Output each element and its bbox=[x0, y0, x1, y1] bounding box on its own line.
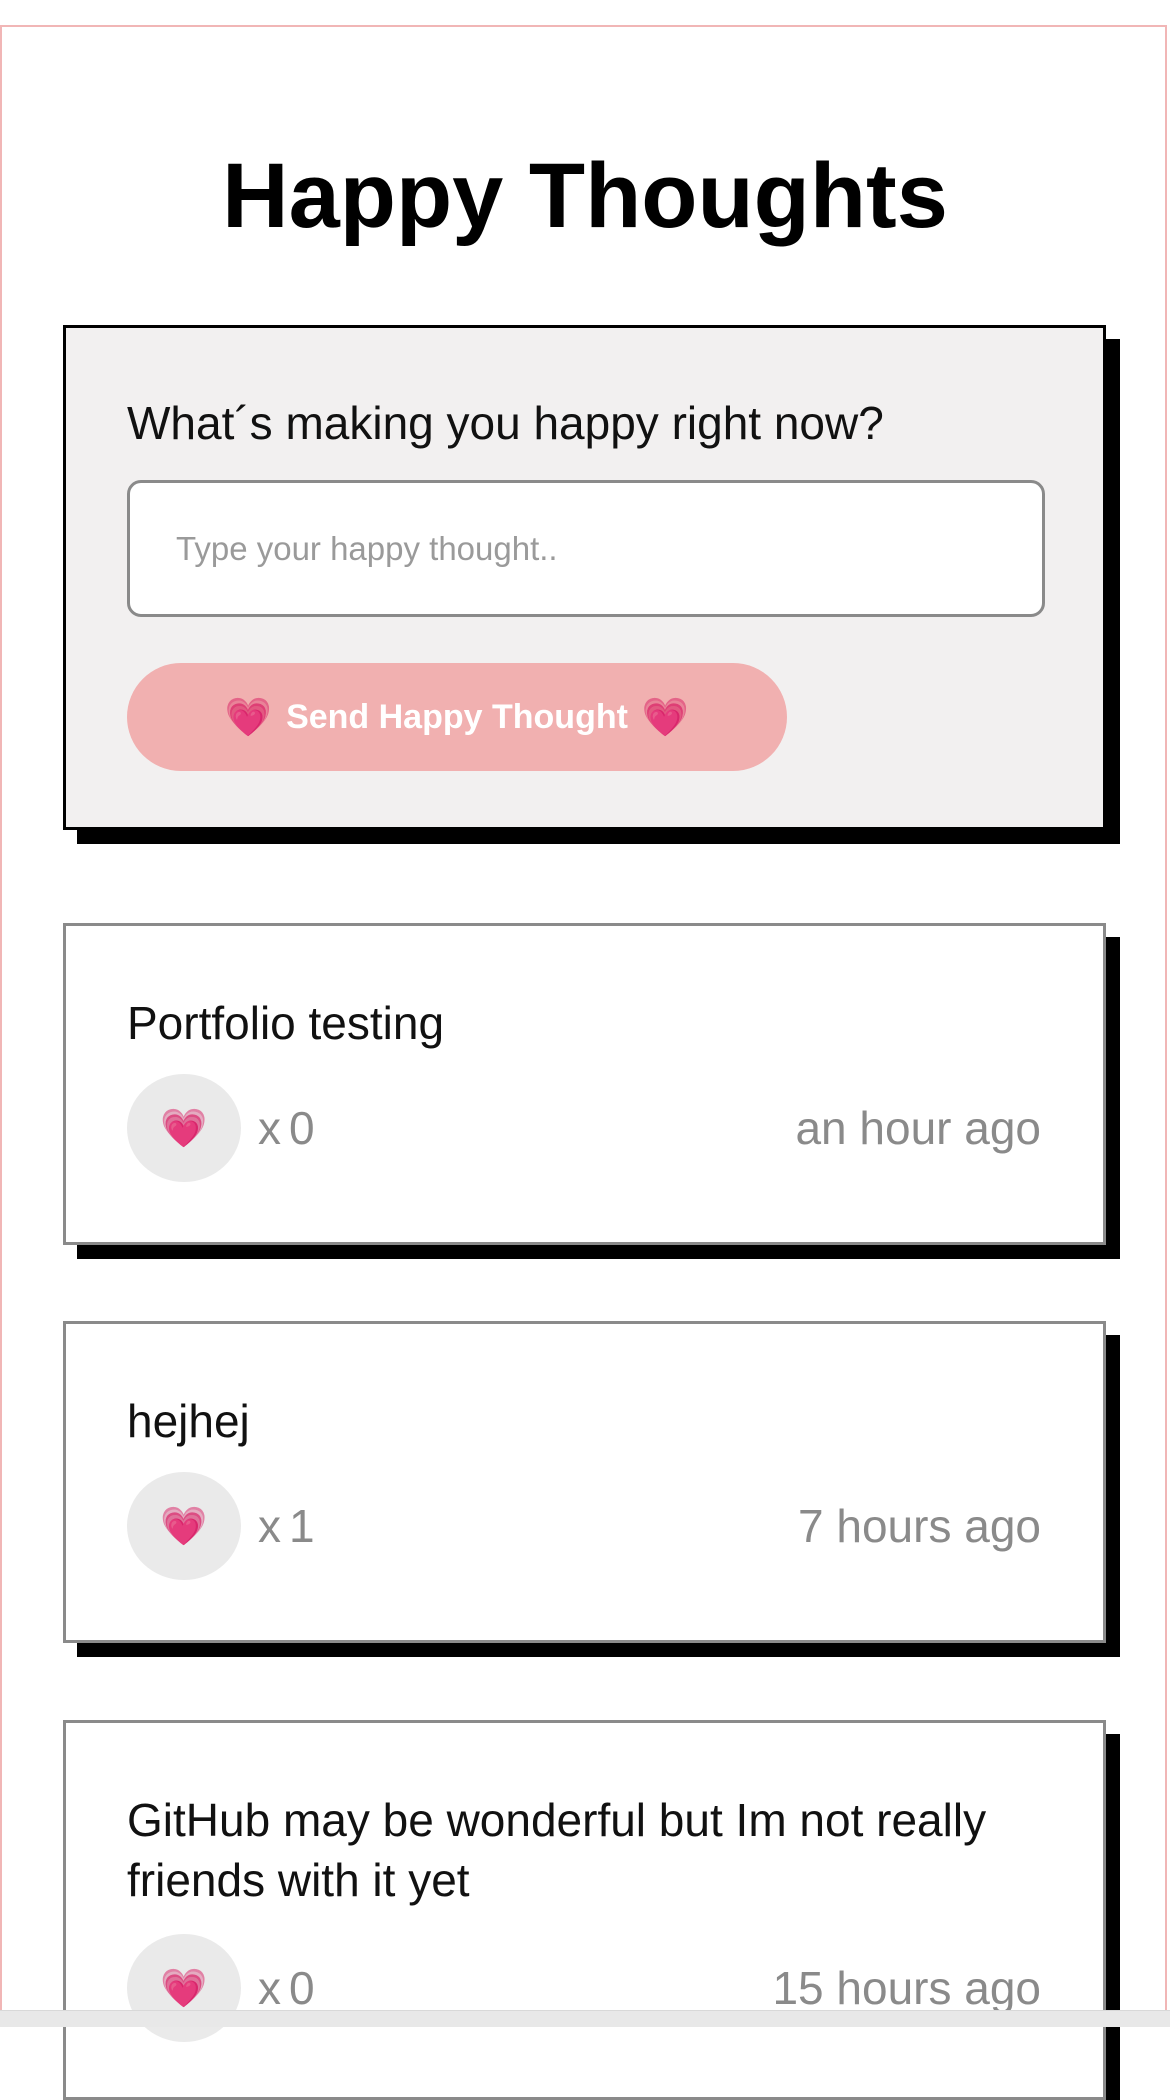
send-thought-button[interactable]: 💗 Send Happy Thought 💗 bbox=[127, 663, 787, 771]
thought-form: What´s making you happy right now? 💗 Sen… bbox=[63, 325, 1106, 830]
like-count-value: 1 bbox=[289, 1500, 315, 1552]
like-button[interactable]: 💗 bbox=[127, 1074, 241, 1182]
like-count-prefix: x bbox=[258, 1102, 281, 1154]
thought-card: hejhej 💗 x1 7 hours ago bbox=[63, 1321, 1106, 1643]
timestamp: an hour ago bbox=[795, 1102, 1041, 1154]
like-count: x1 bbox=[258, 1472, 315, 1580]
heart-icon: 💗 bbox=[160, 1106, 208, 1150]
send-button-label: Send Happy Thought bbox=[286, 697, 628, 736]
thought-text: GitHub may be wonderful but Im not reall… bbox=[127, 1794, 987, 1906]
bottom-scroll-edge bbox=[0, 2010, 1170, 2027]
thought-text: Portfolio testing bbox=[127, 997, 445, 1049]
timestamp: 7 hours ago bbox=[798, 1500, 1041, 1552]
thought-input[interactable] bbox=[127, 480, 1045, 617]
thought-card: Portfolio testing 💗 x0 an hour ago bbox=[63, 923, 1106, 1245]
like-count: x0 bbox=[258, 1074, 315, 1182]
like-button[interactable]: 💗 bbox=[127, 1472, 241, 1580]
page-title: Happy Thoughts bbox=[222, 145, 948, 247]
heart-icon: 💗 bbox=[160, 1504, 208, 1548]
like-count-prefix: x bbox=[258, 1500, 281, 1552]
heart-icon: 💗 bbox=[641, 695, 690, 739]
heart-icon: 💗 bbox=[160, 1966, 208, 2010]
heart-icon: 💗 bbox=[224, 695, 273, 739]
like-count-value: 0 bbox=[289, 1102, 315, 1154]
thought-text: hejhej bbox=[127, 1395, 250, 1447]
like-count-value: 0 bbox=[289, 1962, 315, 2014]
like-count-prefix: x bbox=[258, 1962, 281, 2014]
form-label: What´s making you happy right now? bbox=[127, 397, 884, 449]
thought-card: GitHub may be wonderful but Im not reall… bbox=[63, 1720, 1106, 2100]
